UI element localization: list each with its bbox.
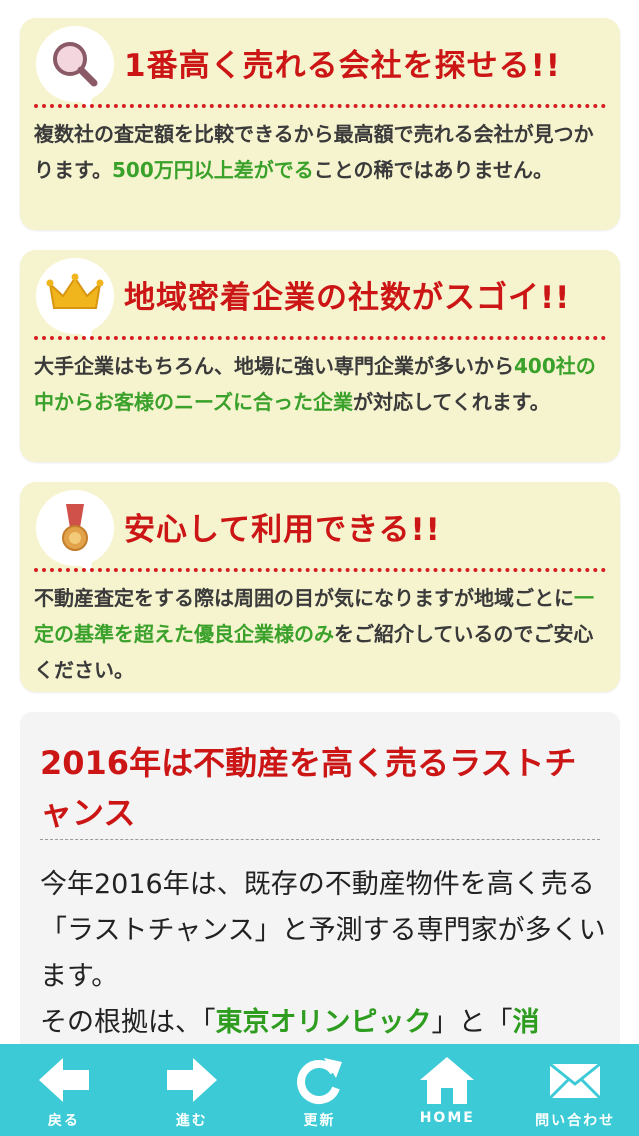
keyword-text: 東京オリンピック	[215, 1007, 432, 1038]
feature-card-best-price: 1番高く売れる会社を探せる!! 複数社の査定額を比較できるから最高額で売れる会社…	[20, 18, 620, 230]
card-body: 大手企業はもちろん、地場に強い専門企業が多いから400社の中からお客様のニーズに…	[34, 348, 608, 420]
mail-icon	[549, 1062, 602, 1100]
tab-refresh[interactable]: 更新	[256, 1044, 384, 1136]
body-text: ことの稀ではありません。	[313, 158, 553, 182]
magnifier-icon	[36, 26, 114, 102]
card-title: 安心して利用できる!!	[124, 512, 441, 548]
body-text: 大手企業はもちろん、地場に強い専門企業が多いから	[34, 354, 514, 378]
paragraph-text: その根拠は、「	[40, 1007, 216, 1038]
body-text: が対応してくれます。	[353, 390, 550, 414]
dotted-divider	[34, 568, 606, 572]
tab-home[interactable]: HOME	[383, 1044, 511, 1136]
tab-label: 戻る	[47, 1113, 80, 1129]
card-title: 地域密着企業の社数がスゴイ!!	[124, 280, 571, 316]
card-body: 複数社の査定額を比較できるから最高額で売れる会社が見つかります。500万円以上差…	[34, 116, 608, 188]
card-title: 1番高く売れる会社を探せる!!	[124, 48, 561, 84]
dotted-divider	[34, 336, 606, 340]
feature-card-safe-use: 安心して利用できる!! 不動産査定をする際は周囲の目が気になりますが地域ごとに一…	[20, 482, 620, 692]
tab-forward[interactable]: 進む	[128, 1044, 256, 1136]
card-body: 不動産査定をする際は周囲の目が気になりますが地域ごとに一定の基準を超えた優良企業…	[34, 580, 608, 688]
article-body: 今年2016年は、既存の不動産物件を高く売る「ラストチャンス」と予測する専門家が…	[40, 862, 606, 1046]
medal-icon	[36, 490, 114, 566]
tab-back[interactable]: 戻る	[0, 1044, 128, 1136]
body-text: 不動産査定をする際は周囲の目が気になりますが地域ごとに	[34, 586, 574, 610]
forward-arrow-icon	[166, 1058, 217, 1102]
dotted-divider	[34, 104, 606, 108]
feature-card-local-companies: 地域密着企業の社数がスゴイ!! 大手企業はもちろん、地場に強い専門企業が多いから…	[20, 250, 620, 462]
tab-contact[interactable]: 問い合わせ	[511, 1044, 639, 1136]
dashed-divider	[40, 839, 600, 840]
article-paragraph: その根拠は、「東京オリンピック」と「消	[40, 1000, 606, 1046]
paragraph-text: 」と「	[431, 1007, 513, 1038]
highlight-text: 500万円以上差がでる	[112, 158, 314, 182]
tab-label: 問い合わせ	[535, 1113, 616, 1129]
tab-label: 進む	[175, 1113, 208, 1129]
crown-icon	[36, 258, 114, 334]
refresh-icon	[297, 1058, 343, 1104]
back-arrow-icon	[38, 1058, 89, 1102]
bottom-tab-bar: 戻る 進む 更新 HOME 問い合わせ	[0, 1044, 639, 1136]
article-title: 2016年は不動産を高く売るラストチャンス	[40, 744, 577, 832]
tab-label: HOME	[419, 1110, 475, 1126]
keyword-text: 消	[512, 1007, 540, 1038]
home-icon	[420, 1057, 475, 1104]
article-paragraph: 今年2016年は、既存の不動産物件を高く売る「ラストチャンス」と予測する専門家が…	[40, 869, 606, 992]
tab-label: 更新	[303, 1113, 336, 1129]
